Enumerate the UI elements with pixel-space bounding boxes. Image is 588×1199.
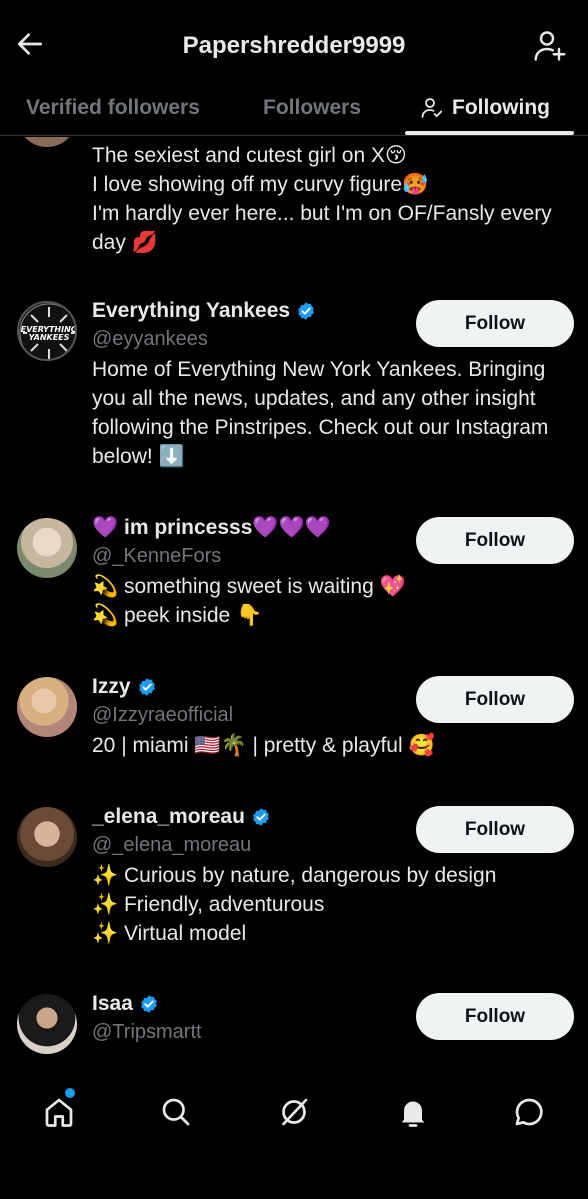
user-bio: The sexiest and cutest girl on X😚 I love… [92, 144, 552, 254]
messages-icon [515, 1098, 543, 1126]
unread-dot [65, 1088, 75, 1098]
home-icon [45, 1098, 73, 1127]
user-bio: Home of Everything New York Yankees. Bri… [92, 358, 549, 468]
display-name[interactable]: Everything Yankees [92, 299, 290, 323]
display-name[interactable]: 💜 im princesss💜💜💜 [92, 516, 331, 540]
avatar[interactable] [17, 137, 77, 147]
active-tab-indicator [405, 131, 574, 135]
add-user-icon [534, 31, 566, 61]
tab-label: Following [452, 96, 550, 119]
add-user-button[interactable] [532, 28, 568, 64]
bottom-navigation [0, 1070, 588, 1199]
nav-messages[interactable] [511, 1094, 547, 1130]
user-check-icon [421, 98, 443, 118]
user-bio: 20 | miami 🇺🇸🌴 | pretty & playful 🥰 [92, 734, 435, 757]
follow-button[interactable]: Follow [416, 517, 574, 564]
follow-button[interactable]: Follow [416, 300, 574, 347]
tab-followers[interactable]: Followers [263, 80, 361, 136]
display-name[interactable]: Isaa [92, 992, 133, 1016]
tab-bar: Verified followers Followers Following [0, 80, 588, 136]
search-icon [162, 1098, 190, 1126]
grok-icon [282, 1098, 308, 1126]
tab-label: Verified followers [26, 96, 200, 119]
following-list[interactable]: The sexiest and cutest girl on X😚 I love… [0, 137, 588, 1070]
arrow-left-icon [18, 33, 42, 55]
avatar[interactable] [17, 677, 77, 737]
top-bar: Papershredder9999 [0, 0, 588, 80]
verified-badge-icon [141, 995, 157, 1013]
follow-button[interactable]: Follow [416, 676, 574, 723]
nav-search[interactable] [158, 1094, 194, 1130]
display-name[interactable]: _elena_moreau [92, 805, 245, 829]
svg-text:YANKEES: YANKEES [29, 333, 70, 342]
follow-button[interactable]: Follow [416, 993, 574, 1040]
nav-grok[interactable] [276, 1094, 312, 1130]
tab-verified-followers[interactable]: Verified followers [26, 80, 200, 136]
nav-notifications[interactable] [395, 1094, 431, 1130]
tab-following[interactable]: Following [420, 80, 550, 136]
verified-badge-icon [253, 808, 269, 826]
verified-badge-icon [138, 678, 155, 696]
user-bio: ✨ Curious by nature, dangerous by design… [92, 864, 497, 945]
avatar[interactable] [17, 518, 77, 578]
tab-label: Followers [263, 96, 362, 119]
yankees-logo-icon: EVERYTHING YANKEES [19, 303, 75, 359]
verified-badge-icon [298, 302, 314, 320]
notifications-icon [401, 1101, 425, 1127]
user-bio: 💫 something sweet is waiting 💖 💫 peek in… [92, 575, 406, 627]
avatar[interactable]: EVERYTHING YANKEES [17, 301, 77, 361]
follow-button[interactable]: Follow [416, 806, 574, 853]
avatar[interactable] [17, 994, 77, 1054]
nav-home[interactable] [41, 1094, 77, 1130]
display-name[interactable]: Izzy [92, 675, 131, 699]
page-title: Papershredder9999 [182, 32, 406, 59]
avatar[interactable] [17, 807, 77, 867]
back-button[interactable] [14, 28, 46, 60]
